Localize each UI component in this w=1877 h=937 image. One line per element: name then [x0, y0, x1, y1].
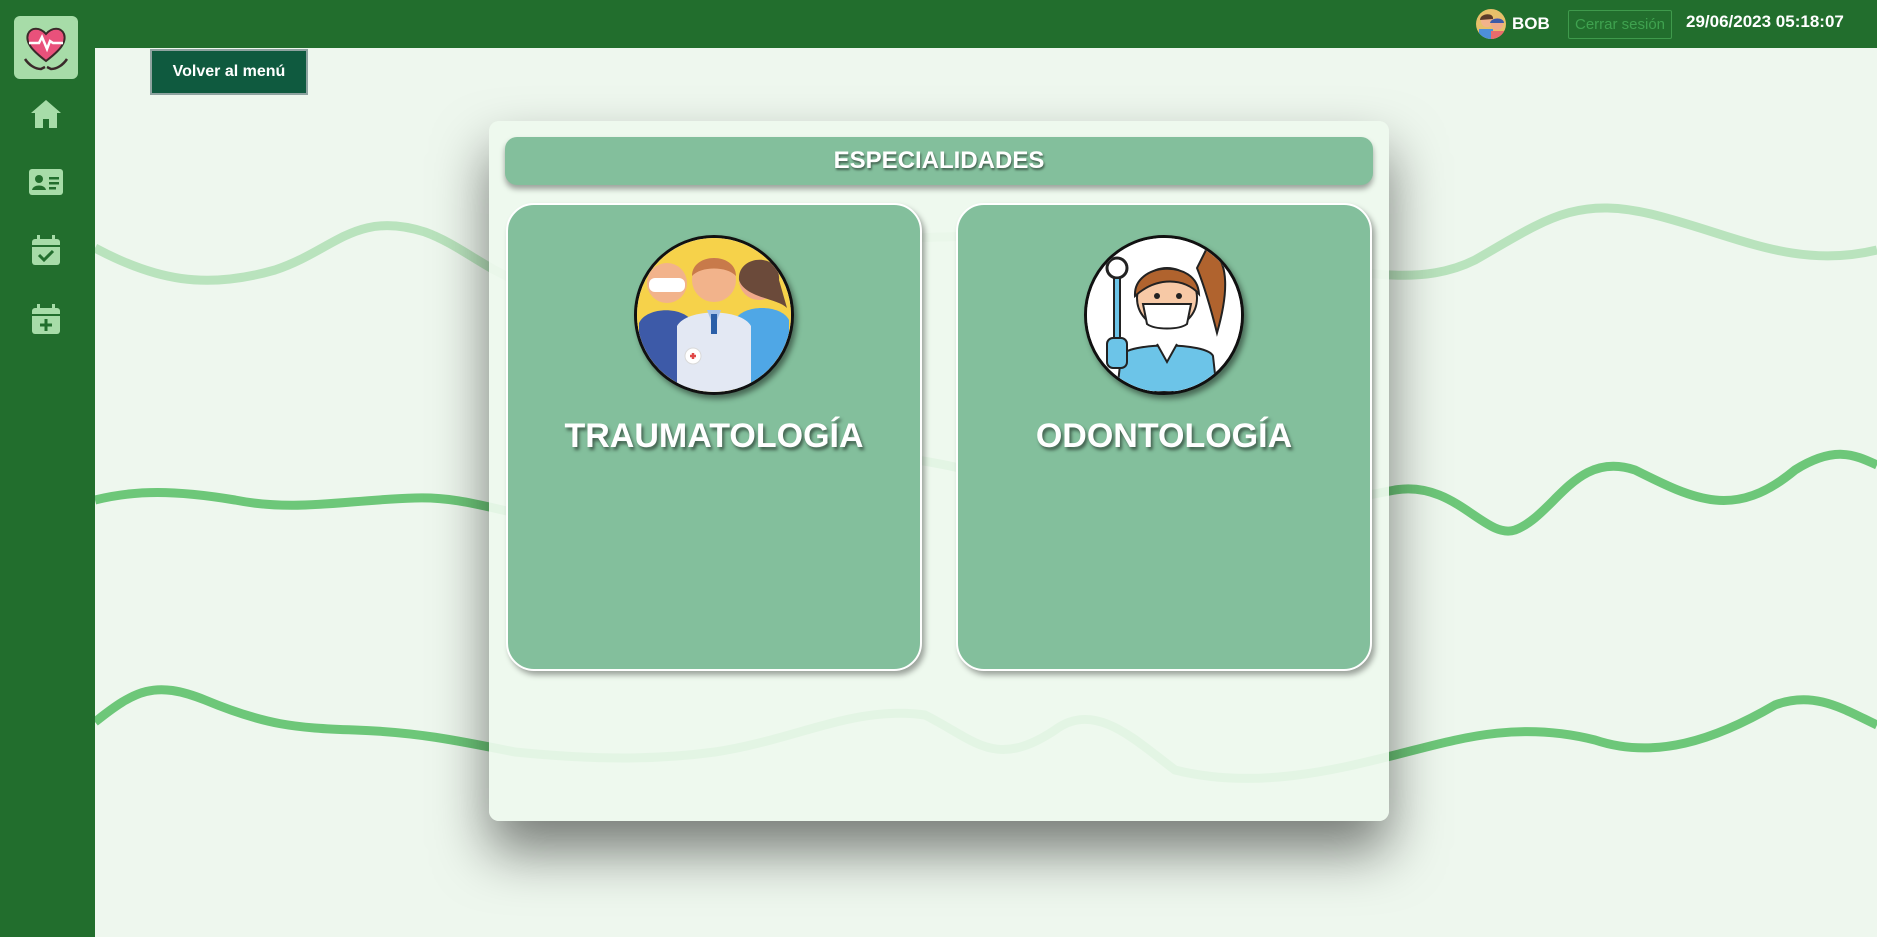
sidebar-item-patients[interactable] [26, 162, 66, 202]
sidebar [0, 0, 95, 937]
specialty-name: TRAUMATOLOGÍA [564, 417, 864, 455]
calendar-plus-icon [32, 304, 60, 334]
user-avatar-icon [1476, 9, 1506, 39]
avatar [1476, 9, 1506, 39]
specialty-card-traumatology[interactable]: TRAUMATOLOGÍA [506, 203, 922, 671]
medical-team-icon [637, 238, 791, 392]
id-card-icon [29, 169, 63, 195]
sidebar-item-home[interactable] [26, 94, 66, 134]
user-name: BOB [1512, 14, 1550, 33]
home-icon [31, 100, 61, 128]
back-to-menu-button[interactable]: Volver al menú [150, 49, 308, 95]
calendar-check-icon [32, 235, 60, 265]
specialties-panel: ESPECIALIDADES TRAUMATOLOGÍA ODONTOLOGÍA [489, 121, 1389, 821]
specialty-card-dentistry[interactable]: ODONTOLOGÍA [956, 203, 1372, 671]
datetime-display: 29/06/2023 05:18:07 [1686, 12, 1844, 31]
panel-title: ESPECIALIDADES [505, 137, 1373, 185]
sidebar-item-new-appointment[interactable] [26, 299, 66, 339]
logout-button[interactable]: Cerrar sesión [1568, 10, 1673, 39]
user-info: BOB [1476, 9, 1550, 39]
dentist-icon [1087, 238, 1241, 392]
specialty-image [634, 235, 794, 395]
app-logo[interactable] [14, 16, 78, 79]
specialty-image [1084, 235, 1244, 395]
sidebar-item-appointments[interactable] [26, 230, 66, 270]
heart-hands-icon [23, 27, 69, 70]
specialty-name: ODONTOLOGÍA [1035, 417, 1293, 455]
